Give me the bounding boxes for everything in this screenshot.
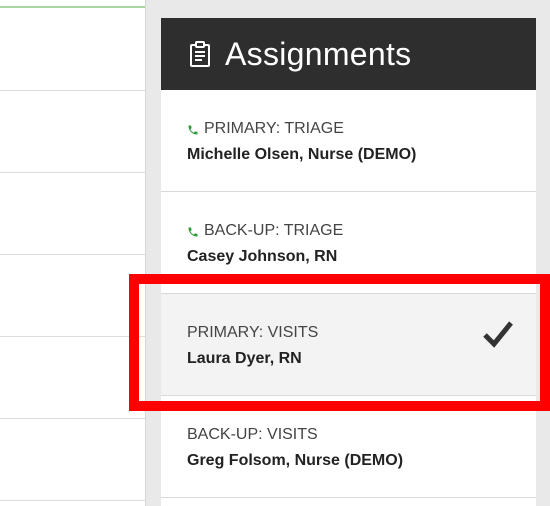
assignments-panel: Assignments PRIMARY: TRIAGE Michelle Ols… bbox=[161, 18, 536, 506]
assignment-role: BACK-UP: VISITS bbox=[187, 426, 318, 443]
checkmark-icon bbox=[482, 318, 514, 350]
phone-icon bbox=[187, 225, 199, 237]
left-row-divider bbox=[0, 500, 145, 501]
left-row-divider bbox=[0, 254, 145, 255]
assignment-name: Michelle Olsen, Nurse (DEMO) bbox=[187, 146, 417, 163]
assignment-item-backup-visits[interactable]: BACK-UP: VISITS Greg Folsom, Nurse (DEMO… bbox=[161, 396, 536, 498]
assignments-title: Assignments bbox=[225, 35, 412, 72]
assignment-name: Casey Johnson, RN bbox=[187, 248, 338, 265]
assignment-role-row: PRIMARY: VISITS bbox=[187, 324, 318, 342]
assignment-role-row: PRIMARY: TRIAGE bbox=[187, 120, 344, 138]
assignment-item-backup-triage[interactable]: BACK-UP: TRIAGE Casey Johnson, RN bbox=[161, 192, 536, 294]
left-row-divider bbox=[0, 336, 145, 337]
assignment-item-primary-visits[interactable]: PRIMARY: VISITS Laura Dyer, RN bbox=[161, 294, 536, 396]
assignment-role-row: BACK-UP: TRIAGE bbox=[187, 222, 343, 240]
assignment-role-row: BACK-UP: VISITS bbox=[187, 426, 318, 444]
left-row-divider bbox=[0, 418, 145, 419]
phone-icon bbox=[187, 123, 199, 135]
left-row-divider bbox=[0, 90, 145, 91]
left-panel-top-bar bbox=[0, 0, 145, 8]
assignment-name: Laura Dyer, RN bbox=[187, 350, 302, 367]
assignment-role: PRIMARY: TRIAGE bbox=[204, 120, 344, 137]
assignment-name: Greg Folsom, Nurse (DEMO) bbox=[187, 452, 404, 469]
assignment-item-primary-triage[interactable]: PRIMARY: TRIAGE Michelle Olsen, Nurse (D… bbox=[161, 90, 536, 192]
assignments-header: Assignments bbox=[161, 18, 536, 90]
assignment-role: PRIMARY: VISITS bbox=[187, 324, 319, 341]
left-list-panel bbox=[0, 0, 146, 506]
left-row-divider bbox=[0, 172, 145, 173]
assignment-role: BACK-UP: TRIAGE bbox=[204, 222, 344, 239]
clipboard-icon bbox=[189, 41, 211, 67]
